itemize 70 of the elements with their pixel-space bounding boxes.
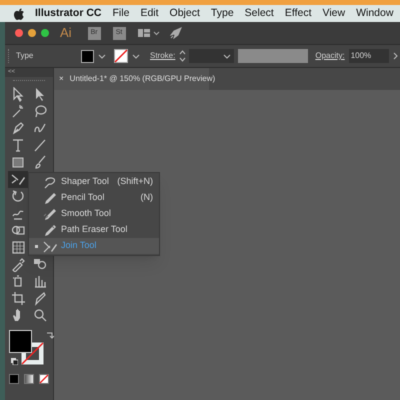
rocket-icon[interactable] bbox=[170, 27, 182, 39]
selection-arrow-icon bbox=[10, 87, 26, 102]
mesh-grid-icon bbox=[10, 240, 26, 255]
menu-item-label: Path Eraser Tool bbox=[61, 223, 128, 236]
gradient-mode-button[interactable] bbox=[24, 374, 34, 384]
workspace-switcher-icon[interactable] bbox=[138, 28, 160, 38]
menu-item[interactable]: Object bbox=[170, 6, 200, 22]
rotate-icon bbox=[10, 189, 26, 204]
opacity-label[interactable]: Opacity: bbox=[315, 50, 345, 62]
shortcut-label: (N) bbox=[140, 191, 153, 204]
selected-bullet-icon bbox=[34, 244, 38, 248]
pen-nib-icon bbox=[10, 121, 26, 136]
swap-arrows-icon[interactable] bbox=[46, 331, 54, 339]
apple-icon[interactable] bbox=[14, 8, 24, 20]
magic-wand-icon bbox=[10, 104, 26, 119]
rectangle-icon bbox=[10, 155, 26, 170]
smooth-tool-icon bbox=[43, 207, 57, 221]
lasso-icon bbox=[32, 104, 48, 119]
menu-item-label: Smooth Tool bbox=[61, 207, 112, 220]
path-eraser-icon bbox=[43, 223, 57, 237]
opacity-field[interactable]: 100% bbox=[348, 49, 389, 63]
menu-item[interactable]: Type bbox=[210, 6, 234, 22]
type-t-icon bbox=[10, 138, 26, 153]
menu-item-label: Join Tool bbox=[61, 239, 98, 252]
shaper-icon bbox=[43, 175, 57, 189]
flyout-menu-item[interactable]: Shaper Tool (Shift+N) bbox=[29, 174, 159, 190]
stepper-icon[interactable] bbox=[179, 50, 186, 62]
paintbrush-icon bbox=[32, 155, 48, 170]
minimize-window-button[interactable] bbox=[28, 29, 36, 37]
selection-type-label: Type bbox=[16, 50, 34, 62]
bar-graph-icon bbox=[32, 274, 48, 289]
fill-swatch[interactable] bbox=[81, 50, 94, 62]
menu-item[interactable]: Edit bbox=[140, 6, 159, 22]
eyedropper-icon bbox=[10, 257, 26, 272]
menu-item[interactable]: File bbox=[112, 6, 130, 22]
stroke-swatch[interactable] bbox=[114, 49, 128, 63]
app-logo: Ai bbox=[60, 24, 72, 42]
menu-item[interactable]: Select bbox=[244, 6, 274, 22]
shaper-icon bbox=[10, 172, 26, 187]
artboard-crop-icon bbox=[10, 291, 26, 306]
shortcut-label: (Shift+N) bbox=[117, 175, 153, 188]
menu-item[interactable]: Effect bbox=[284, 6, 312, 22]
fill-color-box[interactable] bbox=[9, 330, 32, 353]
line-segment-icon bbox=[32, 138, 48, 153]
zoom-icon bbox=[32, 308, 48, 323]
flyout-menu-item[interactable]: Smooth Tool bbox=[29, 206, 159, 222]
menu-item[interactable]: View bbox=[322, 6, 346, 22]
blend-shapes-icon bbox=[32, 257, 48, 272]
join-tool-icon bbox=[43, 239, 57, 253]
slice-knife-icon bbox=[32, 291, 48, 306]
color-mode-button[interactable] bbox=[9, 374, 19, 384]
chevron-down-icon[interactable] bbox=[98, 54, 106, 58]
menu-item-label: Pencil Tool bbox=[61, 191, 106, 204]
pencil-icon bbox=[43, 191, 57, 205]
app-menu[interactable]: Illustrator CC bbox=[35, 6, 102, 22]
menu-item-label: Shaper Tool bbox=[61, 175, 110, 188]
stroke-label[interactable]: Stroke: bbox=[150, 50, 176, 62]
default-colors-icon[interactable] bbox=[11, 358, 18, 365]
zoom-window-button[interactable] bbox=[41, 29, 49, 37]
menu-item[interactable]: Window bbox=[356, 6, 394, 22]
chevron-down-icon[interactable] bbox=[132, 54, 140, 58]
none-mode-button[interactable] bbox=[39, 374, 49, 384]
tool-button[interactable] bbox=[8, 171, 28, 188]
chevron-right-icon[interactable] bbox=[392, 52, 398, 60]
flyout-menu-item[interactable]: Path Eraser Tool bbox=[29, 222, 159, 238]
document-title: Untitled-1* @ 150% (RGB/GPU Preview) bbox=[70, 73, 216, 85]
flyout-menu-item[interactable]: Pencil Tool (N) bbox=[29, 190, 159, 206]
tab-close-button[interactable]: × bbox=[59, 73, 64, 85]
close-window-button[interactable] bbox=[15, 29, 23, 37]
chevron-down-icon bbox=[223, 54, 232, 58]
